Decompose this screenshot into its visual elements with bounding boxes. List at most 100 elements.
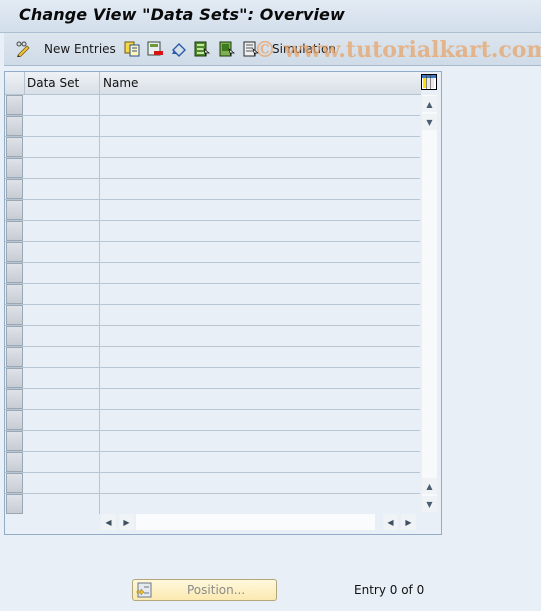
scroll-left-button[interactable]: ◀ [101, 514, 116, 530]
copy-as-button[interactable] [124, 40, 140, 58]
row-selector[interactable] [6, 95, 23, 115]
data-set-cell[interactable] [24, 221, 100, 241]
table-row [5, 221, 420, 242]
row-selector[interactable] [6, 242, 23, 262]
application-toolbar: New Entries Simulation © www.tutorialkar… [4, 33, 541, 66]
table-settings-icon [422, 75, 436, 89]
horizontal-scrollbar[interactable] [136, 514, 375, 530]
row-selector[interactable] [6, 389, 23, 409]
deselect-all-button[interactable] [243, 40, 259, 58]
arrow-down-icon: ▼ [426, 117, 433, 127]
simulation-button[interactable]: Simulation [272, 40, 336, 58]
select-block-button[interactable] [219, 40, 235, 58]
select-all-rows-cell[interactable] [5, 72, 25, 94]
table-row [5, 452, 420, 473]
new-entries-button[interactable]: New Entries [44, 40, 116, 58]
table-row [5, 473, 420, 494]
table-row [5, 242, 420, 263]
table-row [5, 410, 420, 431]
table-row [5, 389, 420, 410]
data-set-cell[interactable] [24, 389, 100, 409]
scroll-right-button[interactable]: ▶ [119, 514, 134, 530]
data-set-cell[interactable] [24, 326, 100, 346]
data-set-cell[interactable] [24, 263, 100, 283]
row-selector[interactable] [6, 410, 23, 430]
scroll-left-end-button[interactable]: ◀ [383, 514, 398, 530]
position-icon [136, 582, 152, 598]
table-header: Data Set Name [5, 72, 421, 95]
table-row [5, 284, 420, 305]
column-header-name[interactable]: Name [100, 72, 403, 94]
row-selector[interactable] [6, 326, 23, 346]
table-row [5, 347, 420, 368]
table-row [5, 326, 420, 347]
select-all-button[interactable] [194, 40, 210, 58]
scroll-page-down-button[interactable]: ▼ [422, 496, 437, 512]
row-selector[interactable] [6, 200, 23, 220]
arrow-up-icon: ▲ [426, 481, 433, 491]
row-selector[interactable] [6, 452, 23, 472]
data-set-cell[interactable] [24, 368, 100, 388]
table-row [5, 179, 420, 200]
table-control: Data Set Name ▲ ▼ ▲ ▼ ◀ ▶ ◀ ▶ [4, 71, 442, 535]
row-selector[interactable] [6, 179, 23, 199]
vertical-scrollbar[interactable] [422, 95, 437, 508]
select-all-icon [194, 41, 210, 57]
row-selector[interactable] [6, 347, 23, 367]
data-set-cell[interactable] [24, 137, 100, 157]
scroll-down-button[interactable]: ▼ [422, 114, 437, 130]
pencil-glasses-icon [16, 41, 30, 57]
copy-icon [124, 41, 140, 57]
table-row [5, 368, 420, 389]
row-selector[interactable] [6, 431, 23, 451]
data-set-cell[interactable] [24, 305, 100, 325]
row-selector[interactable] [6, 284, 23, 304]
data-set-cell[interactable] [24, 200, 100, 220]
row-selector[interactable] [6, 305, 23, 325]
arrow-down-icon: ▼ [426, 499, 433, 509]
arrow-up-icon: ▲ [426, 99, 433, 109]
deselect-all-icon [243, 41, 259, 57]
data-set-cell[interactable] [24, 410, 100, 430]
data-set-cell[interactable] [24, 431, 100, 451]
data-set-cell[interactable] [24, 95, 100, 115]
delete-button[interactable] [147, 40, 163, 58]
table-settings-button[interactable] [421, 74, 437, 90]
data-set-cell[interactable] [24, 179, 100, 199]
column-header-data-set[interactable]: Data Set [24, 72, 100, 94]
row-selector[interactable] [6, 158, 23, 178]
delete-row-icon [147, 41, 163, 56]
row-selector[interactable] [6, 221, 23, 241]
data-set-cell[interactable] [24, 116, 100, 136]
position-button[interactable]: Position... [132, 579, 277, 601]
table-row [5, 95, 420, 116]
scroll-page-up-button[interactable]: ▲ [422, 478, 437, 494]
title-bar: Change View "Data Sets": Overview [0, 0, 541, 33]
data-set-cell[interactable] [24, 473, 100, 493]
data-set-cell[interactable] [24, 284, 100, 304]
undo-icon [172, 43, 186, 57]
undo-change-button[interactable] [171, 40, 187, 58]
table-row [5, 137, 420, 158]
data-set-cell[interactable] [24, 347, 100, 367]
row-selector[interactable] [6, 473, 23, 493]
data-set-cell[interactable] [24, 494, 100, 514]
row-selector[interactable] [6, 116, 23, 136]
data-set-cell[interactable] [24, 452, 100, 472]
arrow-right-icon: ▶ [123, 517, 130, 527]
data-set-cell[interactable] [24, 158, 100, 178]
row-selector[interactable] [6, 137, 23, 157]
table-row [5, 431, 420, 452]
scroll-up-button[interactable]: ▲ [422, 96, 437, 112]
arrow-left-icon: ◀ [105, 517, 112, 527]
scroll-right-end-button[interactable]: ▶ [401, 514, 416, 530]
table-row [5, 158, 420, 179]
arrow-left-icon: ◀ [387, 517, 394, 527]
position-button-label: Position... [187, 583, 246, 597]
page-title: Change View "Data Sets": Overview [19, 5, 345, 24]
display-change-button[interactable] [15, 40, 31, 58]
row-selector[interactable] [6, 494, 23, 514]
data-set-cell[interactable] [24, 242, 100, 262]
row-selector[interactable] [6, 368, 23, 388]
row-selector[interactable] [6, 263, 23, 283]
